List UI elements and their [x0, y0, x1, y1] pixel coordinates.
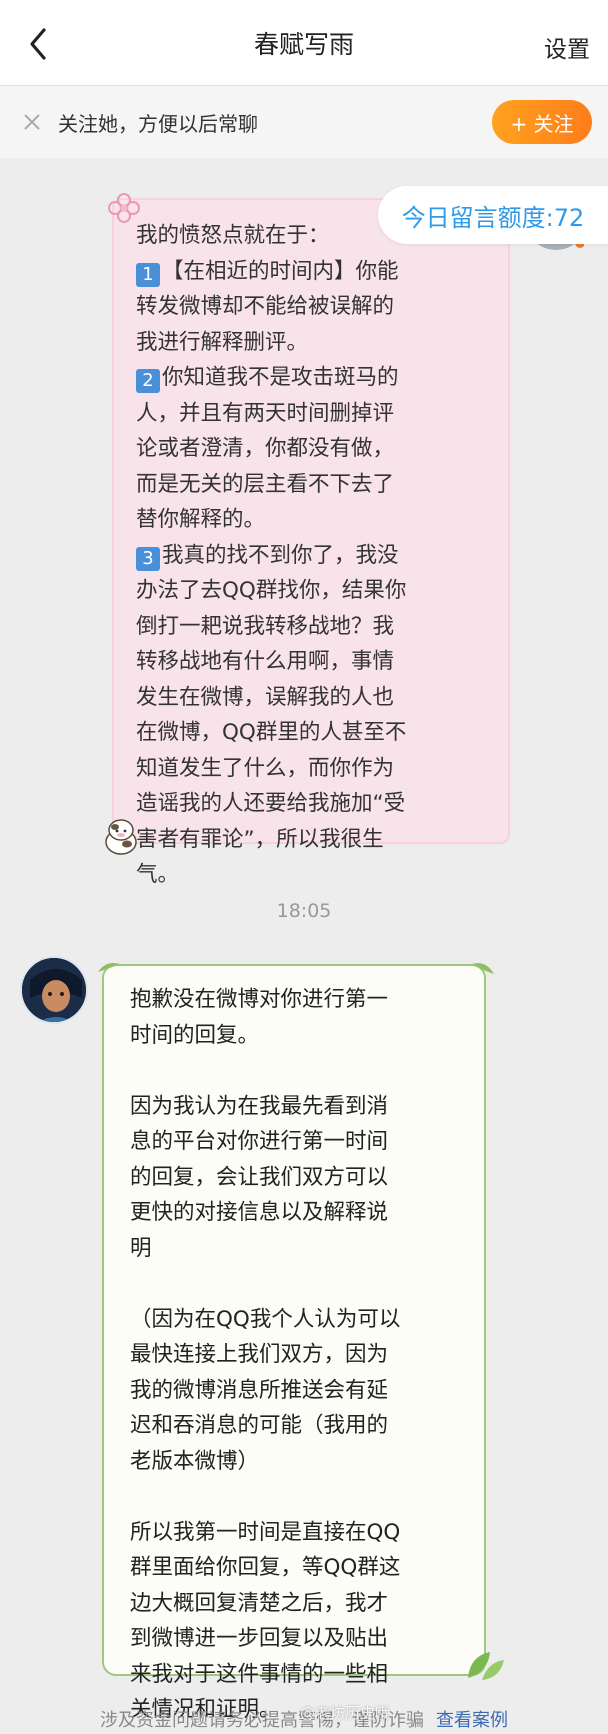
- message-line: 你知道我不是攻击斑马的: [162, 365, 399, 390]
- message-line: （因为在QQ我个人认为可以: [130, 1306, 401, 1332]
- close-follow-bar-button[interactable]: [18, 108, 46, 136]
- back-arrow-icon: [30, 28, 46, 60]
- message-line: 办法了去QQ群找你，结果你: [136, 578, 407, 603]
- number-badge-2: 2: [136, 369, 160, 393]
- message-line: 发生在微博，误解我的人也: [136, 684, 395, 710]
- follow-prompt-text: 关注她，方便以后常聊: [58, 112, 258, 136]
- number-badge-1: 1: [136, 262, 160, 287]
- follow-bar: 关注她，方便以后常聊 + 关注: [0, 86, 608, 158]
- back-button[interactable]: [18, 24, 58, 64]
- daily-message-quota-badge: 今日留言额度:72: [378, 186, 608, 244]
- watermark: @老坊历史哦: [300, 1704, 391, 1722]
- message-line: 所以我第一时间是直接在QQ: [130, 1519, 401, 1545]
- view-cases-link[interactable]: 查看案例: [436, 1706, 508, 1734]
- message-line: 论或者澄清，你都没有做，: [136, 436, 395, 461]
- page-title: 春赋写雨: [253, 29, 354, 59]
- message-line: 明: [130, 1235, 152, 1261]
- message-line: 我真的找不到你了，我没: [162, 542, 399, 568]
- number-badge-3: 3: [136, 546, 160, 571]
- message-text-received: 抱歉没在微博对你进行第一 时间的回复。 因为我认为在我最先看到消 息的平台对你进…: [130, 982, 466, 1728]
- message-line: 抱歉没在微博对你进行第一: [130, 987, 389, 1012]
- message-line: 老版本微博）: [130, 1448, 260, 1474]
- message-line: 时间的回复。: [130, 1022, 260, 1048]
- message-line: 替你解释的。: [136, 507, 266, 532]
- message-line: 倒打一耙说我转移战地？我: [136, 613, 395, 639]
- message-line: 我的愤怒点就在于：: [136, 223, 330, 248]
- message-line: 来我对于这件事情的一些相: [130, 1661, 389, 1687]
- top-bar: 春赋写雨 设置: [0, 0, 608, 86]
- message-line: 害者有罪论”，所以我很生: [136, 826, 384, 852]
- message-bubble-received: 抱歉没在微博对你进行第一 时间的回复。 因为我认为在我最先看到消 息的平台对你进…: [102, 964, 486, 1722]
- flower-sticker-icon: [102, 186, 146, 230]
- leaf-icon: [96, 958, 130, 976]
- message-line: 造谣我的人还要给我施加“受: [136, 791, 406, 816]
- message-bubble-sent: 我的愤怒点就在于： 1 【在相近的时间内】你能 转发微博却不能给被误解的 我进行解…: [112, 198, 510, 887]
- message-line: 而是无关的层主看不下去了: [136, 471, 395, 497]
- message-line: 气。: [136, 862, 180, 887]
- message-line: 转发微博却不能给被误解的: [136, 294, 395, 319]
- follow-button[interactable]: + 关注: [492, 100, 592, 144]
- message-line: 的回复，会让我们双方可以: [130, 1164, 389, 1190]
- message-line: 最快连接上我们双方，因为: [130, 1342, 389, 1367]
- message-line: 【在相近的时间内】你能: [162, 258, 399, 284]
- message-line: 因为我认为在我最先看到消: [130, 1093, 389, 1119]
- message-line: 更快的对接信息以及解释说: [130, 1200, 389, 1225]
- leaf-icon: [464, 1648, 508, 1684]
- leaf-icon: [462, 958, 496, 978]
- message-line: 在微博，QQ群里的人甚至不: [136, 720, 407, 745]
- message-line: 息的平台对你进行第一时间: [130, 1129, 389, 1154]
- message-line: 群里面给你回复，等QQ群这: [130, 1555, 401, 1580]
- message-line: 我的微博消息所推送会有延: [130, 1377, 389, 1403]
- message-line: 到微博进一步回复以及贴出: [130, 1626, 389, 1651]
- settings-button[interactable]: 设置: [544, 30, 590, 64]
- message-line: 转移战地有什么用啊，事情: [136, 649, 395, 674]
- contact-avatar[interactable]: [20, 956, 88, 1024]
- close-icon: [24, 114, 40, 130]
- message-line: 人，并且有两天时间删掉评: [136, 400, 395, 426]
- message-line: 知道发生了什么，而你作为: [136, 755, 395, 781]
- message-line: 边大概回复清楚之后，我才: [130, 1590, 389, 1616]
- time-divider: 18:05: [276, 900, 332, 922]
- message-line: 迟和吞消息的可能（我用的: [130, 1413, 389, 1438]
- cow-sticker-icon: [102, 814, 140, 856]
- message-line: 我进行解释删评。: [136, 329, 309, 355]
- message-text-sent: 我的愤怒点就在于： 1 【在相近的时间内】你能 转发微博却不能给被误解的 我进行解…: [136, 218, 496, 893]
